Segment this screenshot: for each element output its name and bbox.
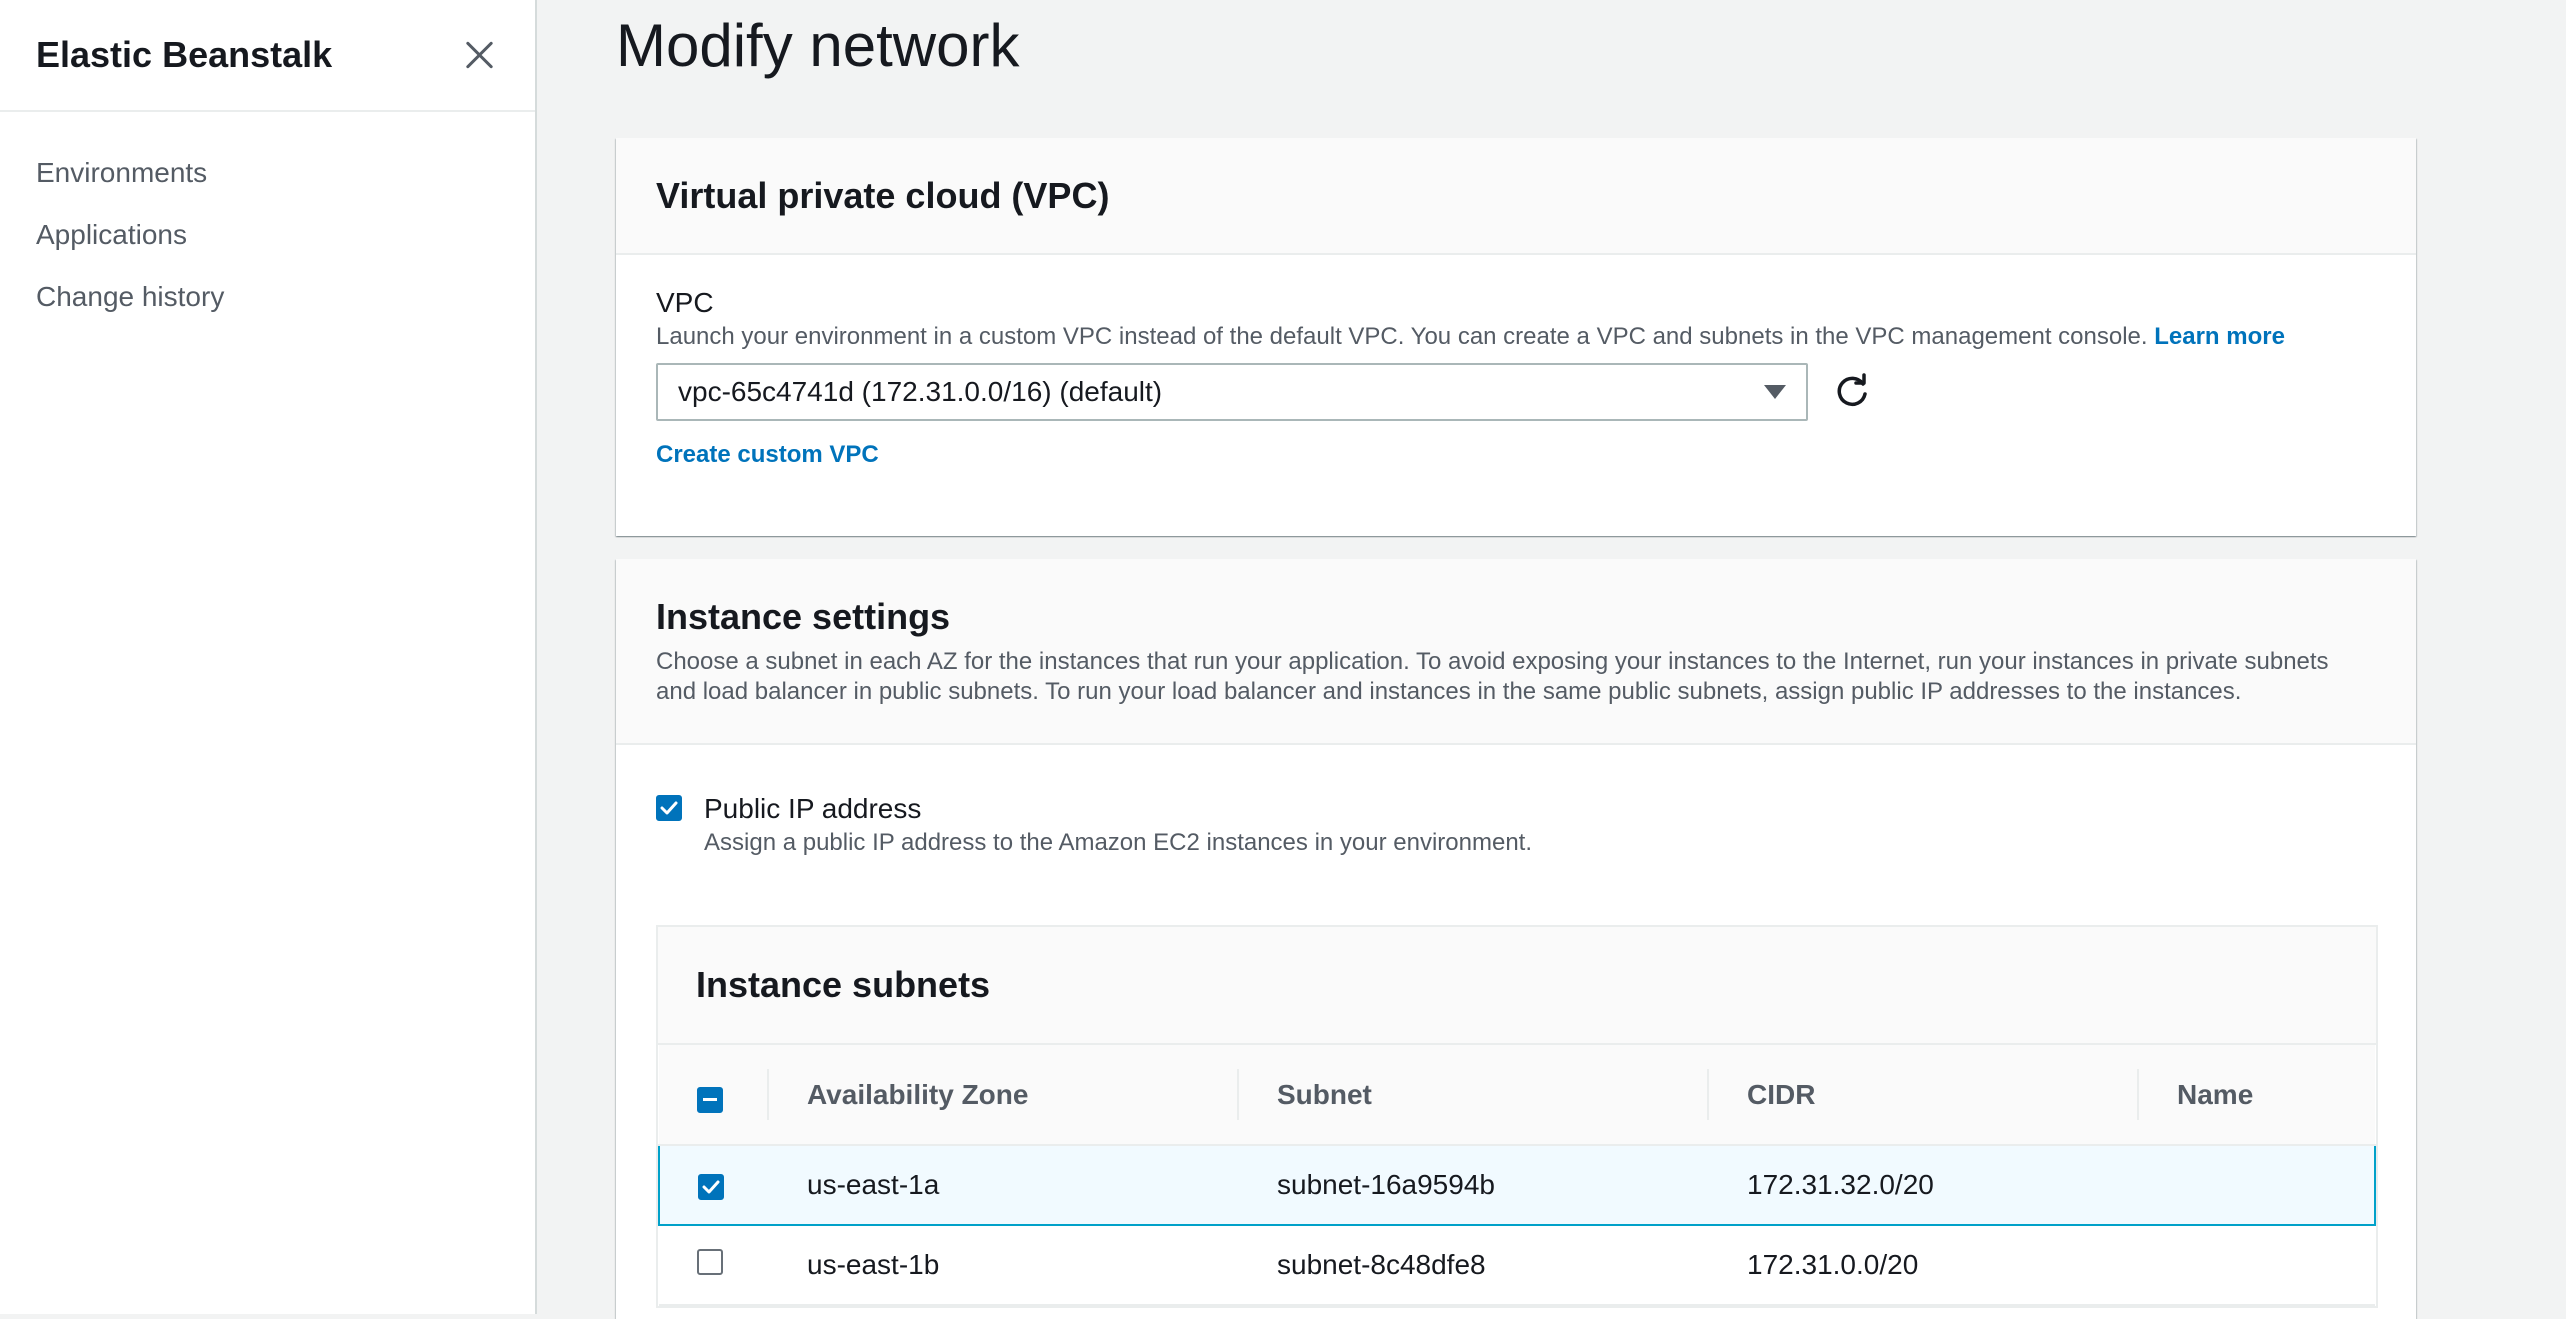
select-all-checkbox[interactable] [697, 1086, 723, 1113]
vpc-body: VPC Launch your environment in a custom … [616, 255, 2416, 469]
public-ip-label: Public IP address [704, 793, 922, 824]
vpc-section-title: Virtual private cloud (VPC) [656, 174, 1110, 216]
select-all-header [659, 1045, 767, 1146]
sidebar-title: Elastic Beanstalk [36, 34, 333, 75]
row-checkbox[interactable] [697, 1248, 723, 1275]
row-checkbox[interactable] [698, 1174, 724, 1200]
close-icon[interactable] [459, 35, 499, 75]
public-ip-option: Public IP address Assign a public IP add… [656, 791, 2376, 859]
main-content: Modify network Virtual private cloud (VP… [539, 0, 2566, 1319]
sidebar-item-applications[interactable]: Applications [0, 204, 535, 266]
sidebar: Elastic Beanstalk Environments Applicati… [0, 0, 537, 1314]
table-row[interactable]: us-east-1b subnet-8c48dfe8 172.31.0.0/20 [659, 1225, 2375, 1306]
column-header-name[interactable]: Name [2137, 1045, 2375, 1146]
vpc-select-value: vpc-65c4741d (172.31.0.0/16) (default) [678, 376, 1163, 407]
sidebar-nav: Environments Applications Change history [0, 112, 535, 328]
instance-subnets-title: Instance subnets [696, 964, 991, 1005]
caret-down-icon [1764, 385, 1786, 399]
sidebar-item-environments[interactable]: Environments [0, 142, 535, 204]
instance-settings-header: Instance settings Choose a subnet in eac… [616, 559, 2416, 745]
cell-subnet: subnet-16a9594b [1237, 1144, 1707, 1226]
cell-cidr: 172.31.0.0/20 [1707, 1225, 2137, 1306]
cell-availability-zone: us-east-1b [767, 1225, 1237, 1306]
public-ip-description: Assign a public IP address to the Amazon… [704, 829, 1533, 856]
vpc-select-row: vpc-65c4741d (172.31.0.0/16) (default) [656, 363, 2376, 421]
vpc-select[interactable]: vpc-65c4741d (172.31.0.0/16) (default) [656, 363, 1808, 421]
table-row[interactable]: us-east-1a subnet-16a9594b 172.31.32.0/2… [658, 1144, 2376, 1226]
refresh-icon[interactable] [1830, 370, 1874, 414]
cell-cidr: 172.31.32.0/20 [1707, 1144, 2137, 1226]
vpc-description-text: Launch your environment in a custom VPC … [656, 323, 2148, 350]
instance-settings-body: Public IP address Assign a public IP add… [616, 791, 2416, 1308]
instance-subnets-header: Instance subnets [658, 927, 2376, 1045]
page-title: Modify network [616, 12, 1020, 79]
subnets-table: Availability Zone Subnet CIDR Name us-ea… [658, 1045, 2376, 1306]
public-ip-checkbox[interactable] [656, 795, 682, 821]
column-header-cidr[interactable]: CIDR [1707, 1045, 2137, 1146]
sidebar-header: Elastic Beanstalk [0, 0, 535, 112]
vpc-header: Virtual private cloud (VPC) [616, 138, 2416, 255]
cell-subnet: subnet-8c48dfe8 [1237, 1225, 1707, 1306]
cell-name [2137, 1225, 2375, 1306]
table-header-row: Availability Zone Subnet CIDR Name [659, 1045, 2375, 1146]
instance-subnets-table: Instance subnets Availability Zone Subne… [656, 925, 2378, 1308]
row-checkbox-cell [658, 1144, 767, 1226]
column-header-subnet[interactable]: Subnet [1237, 1045, 1707, 1146]
instance-settings-description: Choose a subnet in each AZ for the insta… [656, 647, 2376, 707]
instance-settings-container: Instance settings Choose a subnet in eac… [616, 559, 2416, 1319]
instance-settings-title: Instance settings [656, 596, 951, 637]
cell-availability-zone: us-east-1a [767, 1144, 1237, 1226]
cell-name [2137, 1144, 2376, 1226]
instance-description-line-1: Choose a subnet in each AZ for the insta… [656, 648, 2329, 675]
vpc-field-description: Launch your environment in a custom VPC … [656, 321, 2376, 353]
column-header-availability-zone[interactable]: Availability Zone [767, 1045, 1237, 1146]
create-custom-vpc-link[interactable]: Create custom VPC [656, 441, 879, 469]
vpc-field-label: VPC [656, 287, 714, 318]
sidebar-item-change-history[interactable]: Change history [0, 266, 535, 328]
vpc-container: Virtual private cloud (VPC) VPC Launch y… [616, 138, 2416, 536]
row-checkbox-cell [659, 1225, 767, 1306]
instance-description-line-2: and load balancer in public subnets. To … [656, 678, 2242, 705]
learn-more-link[interactable]: Learn more [2154, 323, 2285, 350]
